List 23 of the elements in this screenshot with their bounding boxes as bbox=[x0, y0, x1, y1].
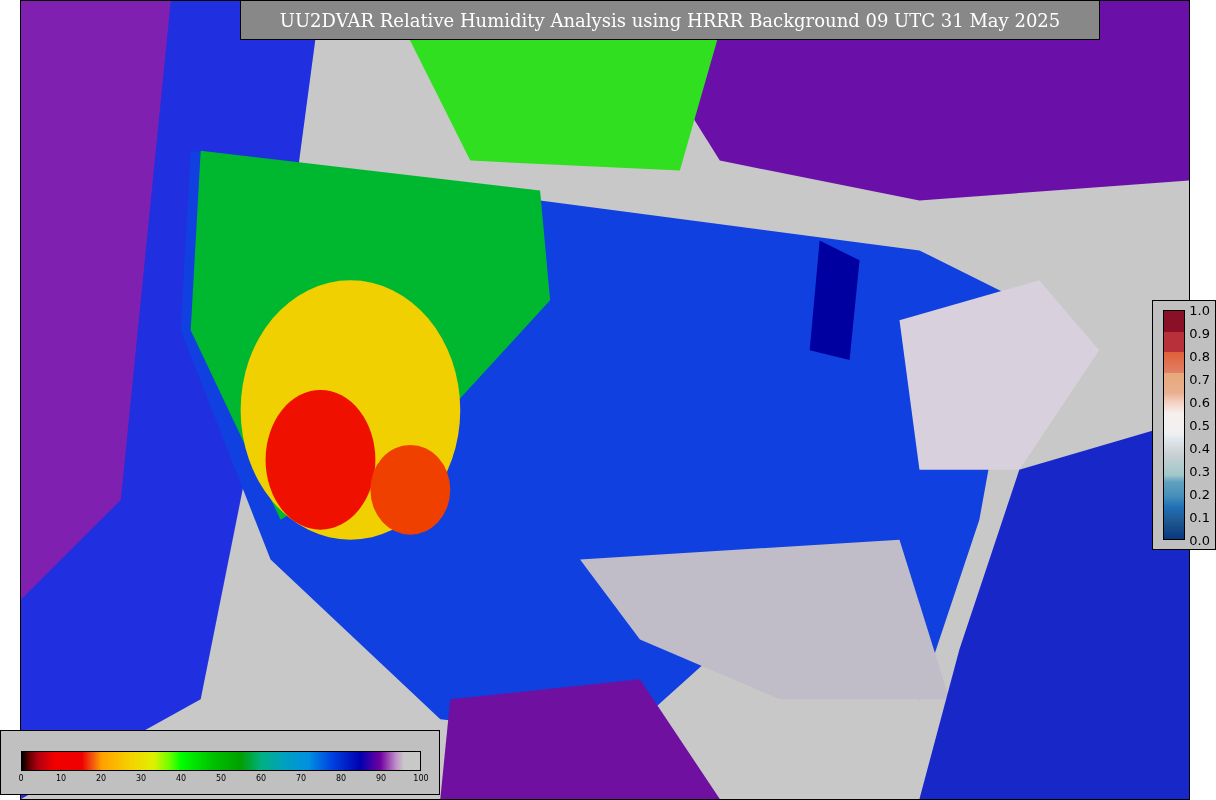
colorbar-tick-label: 0.5 bbox=[1189, 417, 1210, 433]
colorbar-tick-label: 0.9 bbox=[1189, 325, 1210, 341]
colorbar-tick-label: 0.8 bbox=[1189, 348, 1210, 364]
colorbar-tick-label: 40 bbox=[175, 774, 187, 783]
colorbar-tick-label: 0.2 bbox=[1189, 486, 1210, 502]
colorbar-tick-label: 1.0 bbox=[1189, 302, 1210, 318]
colorbar-tick-label: 10 bbox=[55, 774, 67, 783]
colorbar-tick-label: 0.3 bbox=[1189, 463, 1210, 479]
colorbar-tick-label: 0.6 bbox=[1189, 394, 1210, 410]
colorbar-tick-label: 50 bbox=[215, 774, 227, 783]
map-title: UU2DVAR Relative Humidity Analysis using HRRR Background 09 UTC 31 May 2025 bbox=[240, 0, 1100, 40]
colorbar-tick-label: 0.0 bbox=[1189, 532, 1210, 548]
colorbar-tick-label: 30 bbox=[135, 774, 147, 783]
colorbar-tick-label: 60 bbox=[255, 774, 267, 783]
colorbar-tick-label: 0.4 bbox=[1189, 440, 1210, 456]
colorbar-tick-label: 80 bbox=[335, 774, 347, 783]
colorbar-tick-label: 90 bbox=[375, 774, 387, 783]
colorbar-tick-label: 0 bbox=[18, 774, 24, 783]
colorbar-tick-label: 70 bbox=[295, 774, 307, 783]
colorbar-tick-label: 0.7 bbox=[1189, 371, 1210, 387]
colorbar-tick-label: 20 bbox=[95, 774, 107, 783]
colorbar-tick-label: 0.1 bbox=[1189, 509, 1210, 525]
colorbar-tick-label: 100 bbox=[413, 774, 429, 783]
